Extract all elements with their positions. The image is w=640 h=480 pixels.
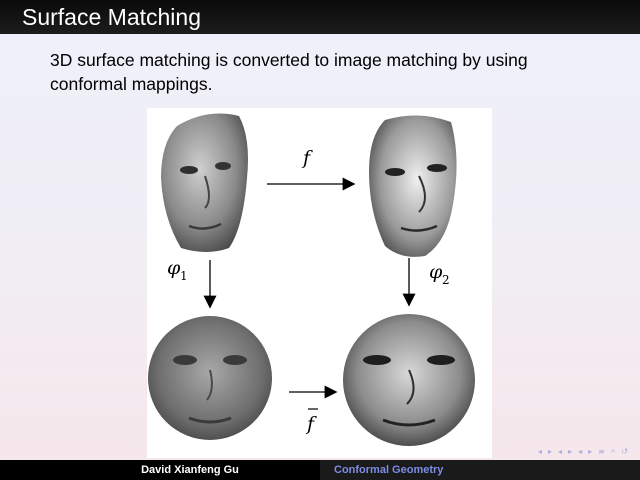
label-phi2-subscript: 2	[442, 273, 450, 287]
subsection-prev-icon[interactable]: ◂	[578, 447, 582, 456]
footer-topic: Conformal Geometry	[334, 464, 444, 476]
footer-author-box: David Xianfeng Gu	[0, 460, 320, 480]
frame-prev-icon[interactable]: ◂	[538, 447, 542, 456]
face-disc-2	[343, 314, 475, 446]
label-fbar-symbol: f	[305, 413, 317, 435]
label-phi1-subscript: 1	[180, 269, 188, 283]
face-surface-1	[161, 113, 248, 253]
footer-topic-box: Conformal Geometry	[320, 460, 640, 480]
undo-icon[interactable]: ↺	[621, 447, 628, 456]
face-surface-2	[369, 115, 457, 257]
label-phi2-symbol: φ	[429, 261, 443, 283]
section-prev-icon[interactable]: ◂	[558, 447, 562, 456]
subsection-next-icon[interactable]: ▸	[588, 447, 592, 456]
section-next-icon[interactable]: ▸	[568, 447, 572, 456]
menu-icon[interactable]: ≡	[598, 447, 605, 456]
label-fbar: f	[305, 408, 318, 435]
beamer-navigation: ◂ ▸ ◂ ▸ ◂ ▸ ≡ ⌕ ↺	[538, 446, 628, 456]
body-line-2: conformal mappings.	[50, 74, 213, 94]
label-f: f	[301, 147, 313, 169]
figure-svg: f φ 1 φ 2 f	[148, 113, 475, 446]
face-disc-1	[148, 316, 272, 440]
title-bar: Surface Matching	[0, 0, 640, 34]
slide-body-text: 3D surface matching is converted to imag…	[50, 48, 610, 96]
conformal-mapping-figure: f φ 1 φ 2 f	[147, 108, 492, 458]
frame-next-icon[interactable]: ▸	[548, 447, 552, 456]
label-phi1-symbol: φ	[167, 257, 181, 279]
label-phi1: φ 1	[167, 257, 188, 283]
footer-author: David Xianfeng Gu	[141, 464, 239, 476]
slide-title: Surface Matching	[22, 4, 201, 30]
body-line-1: 3D surface matching is converted to imag…	[50, 50, 528, 70]
footer-bar: David Xianfeng Gu Conformal Geometry	[0, 460, 640, 480]
label-phi2: φ 2	[429, 261, 450, 287]
search-icon[interactable]: ⌕	[611, 446, 615, 456]
